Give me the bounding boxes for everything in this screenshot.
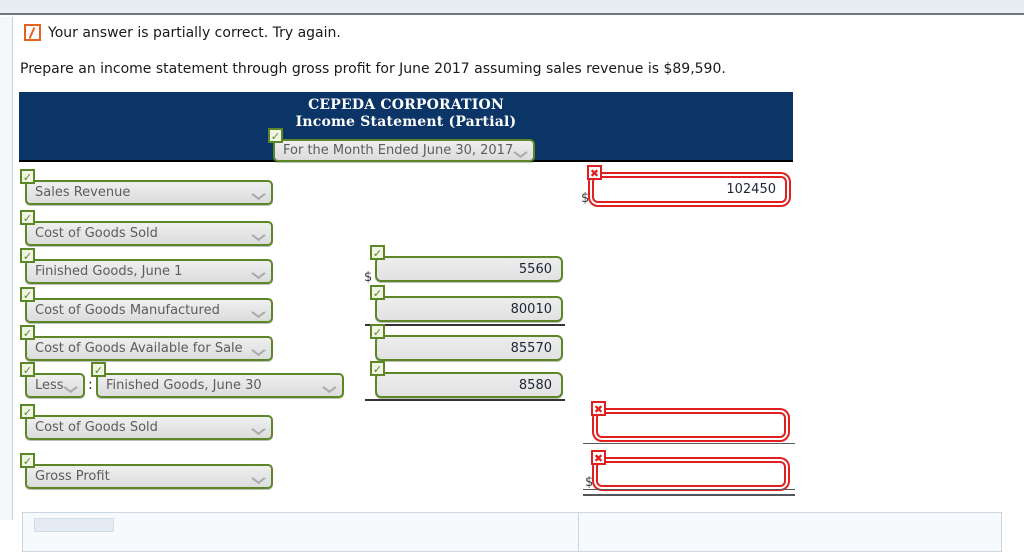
statement-titles: CEPEDA CORPORATION Income Statement (Par…: [19, 97, 793, 131]
grand-total-rule: [583, 489, 795, 496]
row-6-amount-status-badge: ✓: [370, 361, 385, 376]
partial-correct-icon: [24, 24, 41, 41]
row-2-label-status-badge: ✓: [20, 210, 35, 225]
row-3-amount-value[interactable]: 5560: [375, 256, 563, 282]
row-6-label-select[interactable]: ✓ Finished Goods, June 30: [91, 362, 344, 398]
bottom-panel-divider: [578, 512, 579, 552]
subtotal-rule-1: [365, 324, 565, 326]
row-8-label-select[interactable]: ✓ Gross Profit: [20, 453, 273, 489]
row-5-amount-value[interactable]: 85570: [375, 335, 563, 361]
row-2-label-select[interactable]: ✓ Cost of Goods Sold: [20, 210, 273, 246]
period-select-status-badge: ✓: [268, 128, 283, 143]
row-8-amount-input[interactable]: ✖ $: [585, 450, 786, 490]
feedback-text: Your answer is partially correct. Try ag…: [48, 24, 341, 41]
company-name: CEPEDA CORPORATION: [308, 97, 504, 113]
row-6-amount-value[interactable]: 8580: [375, 372, 563, 398]
row-4-label-status-badge: ✓: [20, 287, 35, 302]
bottom-panel: [22, 512, 1002, 552]
statement-title: Income Statement (Partial): [295, 114, 517, 130]
feedback-message: Your answer is partially correct. Try ag…: [24, 24, 341, 41]
row-5-label-display[interactable]: Cost of Goods Available for Sale: [25, 336, 273, 361]
browser-top-strip: [0, 0, 1024, 15]
subtotal-rule-2: [365, 399, 565, 401]
row-4-amount-value[interactable]: 80010: [375, 296, 563, 322]
row-5-amount-status-badge: ✓: [370, 324, 385, 339]
row-7-amount-value[interactable]: [596, 412, 786, 438]
period-select-display[interactable]: For the Month Ended June 30, 2017: [273, 139, 535, 162]
bottom-panel-chip: [34, 518, 114, 532]
row-3-label-select[interactable]: ✓ Finished Goods, June 1: [20, 248, 273, 284]
row-8-label-status-badge: ✓: [20, 453, 35, 468]
row-4-amount-input[interactable]: ✓ 80010: [370, 285, 563, 322]
row-5-label-status-badge: ✓: [20, 325, 35, 340]
row-8-amount-status-badge: ✖: [591, 450, 606, 465]
row-3-label-display[interactable]: Finished Goods, June 1: [25, 259, 273, 284]
row-7-label-display[interactable]: Cost of Goods Sold: [25, 415, 273, 440]
row-1-label-status-badge: ✓: [20, 169, 35, 184]
row-8-dollar-sign: $: [585, 475, 594, 490]
row-1-label-select[interactable]: ✓ Sales Revenue: [20, 169, 273, 205]
row-1-dollar-sign: $: [581, 191, 590, 206]
row-3-amount-status-badge: ✓: [370, 245, 385, 260]
page-left-gutter: [0, 17, 13, 520]
row-6-colon: :: [88, 377, 93, 393]
row-2-label-display[interactable]: Cost of Goods Sold: [25, 221, 273, 246]
row-8-amount-value[interactable]: [596, 461, 786, 487]
row-5-label-select[interactable]: ✓ Cost of Goods Available for Sale: [20, 325, 273, 361]
row-3-label-status-badge: ✓: [20, 248, 35, 263]
row-4-amount-status-badge: ✓: [370, 285, 385, 300]
row-1-amount-status-badge: ✖: [587, 165, 602, 180]
row-4-label-select[interactable]: ✓ Cost of Goods Manufactured: [20, 287, 273, 323]
row-7-amount-input[interactable]: ✖: [591, 401, 786, 438]
row-6-prefix-status-badge: ✓: [20, 362, 35, 377]
row-4-label-display[interactable]: Cost of Goods Manufactured: [25, 298, 273, 323]
row-8-label-display[interactable]: Gross Profit: [25, 464, 273, 489]
row-3-amount-input[interactable]: ✓ $ 5560: [364, 245, 563, 285]
row-6-label-display[interactable]: Finished Goods, June 30: [96, 373, 344, 398]
row-7-label-status-badge: ✓: [20, 404, 35, 419]
total-rule-1: [583, 443, 795, 444]
period-select[interactable]: ✓ For the Month Ended June 30, 2017: [268, 128, 535, 162]
row-3-dollar-sign: $: [364, 270, 373, 285]
instruction-text: Prepare an income statement through gros…: [20, 61, 726, 77]
row-6-prefix-select[interactable]: ✓ Less: [20, 362, 85, 398]
row-7-amount-status-badge: ✖: [591, 401, 606, 416]
row-1-amount-input[interactable]: ✖ $ 102450: [581, 165, 787, 206]
row-6-amount-input[interactable]: ✓ 8580: [370, 361, 563, 398]
row-1-label-display[interactable]: Sales Revenue: [25, 180, 273, 205]
row-7-label-select[interactable]: ✓ Cost of Goods Sold: [20, 404, 273, 440]
row-1-amount-value[interactable]: 102450: [592, 176, 787, 203]
row-5-amount-input[interactable]: ✓ 85570: [370, 324, 563, 361]
row-6-label-status-badge: ✓: [91, 362, 106, 377]
